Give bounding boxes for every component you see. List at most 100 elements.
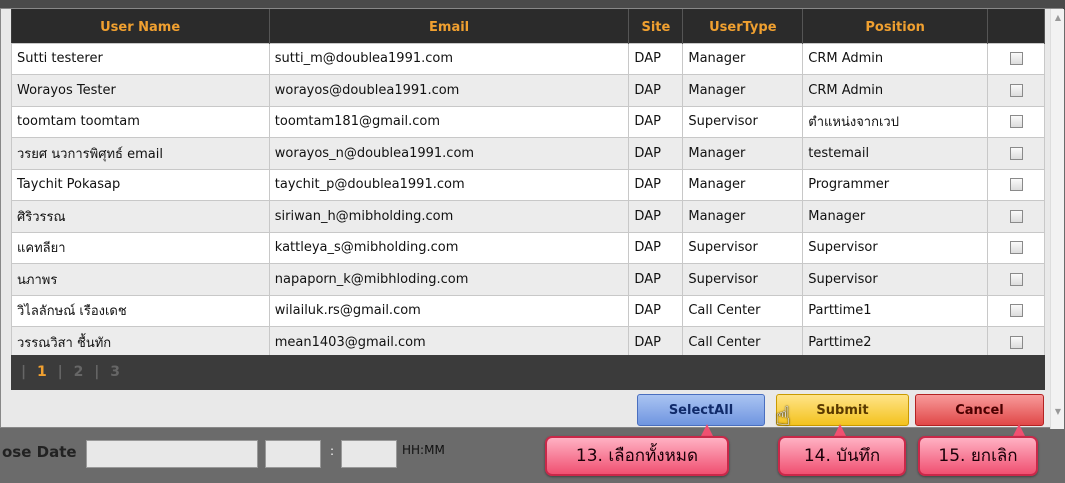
select-all-button[interactable]: SelectAll	[637, 394, 765, 426]
header-user-name[interactable]: User Name	[11, 9, 270, 43]
cell-select	[987, 74, 1045, 107]
table-row[interactable]: toomtam toomtam toomtam181@gmail.com DAP Su…	[11, 105, 1045, 138]
cell-email: wilailuk.rs@gmail.com	[268, 294, 630, 327]
cell-user-name: ศิริวรรณ	[11, 200, 270, 233]
cell-site: DAP	[628, 42, 684, 75]
scroll-down-icon[interactable]: ▼	[1053, 407, 1063, 416]
cell-user-type: Manager	[682, 137, 804, 170]
cancel-button[interactable]: Cancel	[915, 394, 1044, 426]
table-row[interactable]: Worayos Tester worayos@doublea1991.com DAP…	[11, 74, 1045, 107]
cell-user-type: Call Center	[682, 326, 804, 359]
row-select-checkbox[interactable]	[1009, 146, 1023, 160]
cell-select	[987, 326, 1045, 359]
close-date-input[interactable]	[86, 440, 258, 468]
page-link-3[interactable]: 3	[110, 364, 120, 380]
cell-email: worayos_n@doublea1991.com	[268, 137, 630, 170]
table-row[interactable]: นภาพร napaporn_k@mibhloding.com DAP Supervi…	[11, 263, 1045, 296]
cell-site: DAP	[628, 326, 684, 359]
table-row[interactable]: Taychit Pokasap taychit_p@doublea1991.com…	[11, 168, 1045, 201]
table-row[interactable]: วรยศ นวการพิศุทธ์ email worayos_n@doublea…	[11, 137, 1045, 170]
page-link-1[interactable]: 1	[37, 364, 47, 380]
header-select	[987, 9, 1045, 43]
cell-user-name: Sutti testerer	[11, 42, 270, 75]
user-table: User Name Email Site UserType Position S…	[11, 9, 1045, 359]
header-site[interactable]: Site	[628, 9, 684, 43]
cell-email: sutti_m@doublea1991.com	[268, 42, 630, 75]
cell-position: testemail	[802, 137, 989, 170]
time-colon: :	[330, 444, 335, 458]
user-table-container: User Name Email Site UserType Position S…	[11, 9, 1045, 390]
cell-site: DAP	[628, 294, 684, 327]
row-select-checkbox[interactable]	[1009, 178, 1023, 192]
cell-user-name: วรยศ นวการพิศุทธ์ email	[11, 137, 270, 170]
cell-user-name: Worayos Tester	[11, 74, 270, 107]
cell-position: Supervisor	[802, 231, 989, 264]
row-select-checkbox[interactable]	[1009, 272, 1023, 286]
dialog-scrollbar[interactable]: ▲ ▼	[1050, 9, 1064, 429]
cell-user-name: วิไลลักษณ์ เรืองเดช	[11, 294, 270, 327]
row-select-checkbox[interactable]	[1009, 304, 1023, 318]
cell-site: DAP	[628, 74, 684, 107]
row-select-checkbox[interactable]	[1009, 335, 1023, 349]
cell-select	[987, 105, 1045, 138]
cell-site: DAP	[628, 105, 684, 138]
cell-position: Supervisor	[802, 263, 989, 296]
cell-user-name: toomtam toomtam	[11, 105, 270, 138]
cell-select	[987, 200, 1045, 233]
table-row[interactable]: วรรณวิสา ชื้นทัก mean1403@gmail.com DAP Cal…	[11, 326, 1045, 359]
cell-user-type: Supervisor	[682, 263, 804, 296]
row-select-checkbox[interactable]	[1009, 115, 1023, 129]
table-row[interactable]: ศิริวรรณ siriwan_h@mibholding.com DAP Manag…	[11, 200, 1045, 233]
header-position[interactable]: Position	[802, 9, 989, 43]
cell-email: siriwan_h@mibholding.com	[268, 200, 630, 233]
row-select-checkbox[interactable]	[1009, 52, 1023, 66]
time-format-hint: HH:MM	[402, 443, 445, 457]
row-select-checkbox[interactable]	[1009, 209, 1023, 223]
cell-user-name: Taychit Pokasap	[11, 168, 270, 201]
scroll-up-icon[interactable]: ▲	[1053, 13, 1063, 22]
cell-site: DAP	[628, 137, 684, 170]
cell-email: worayos@doublea1991.com	[268, 74, 630, 107]
cell-email: kattleya_s@mibholding.com	[268, 231, 630, 264]
cell-user-type: Call Center	[682, 294, 804, 327]
page-separator: |	[94, 364, 100, 380]
pagination: | 1 | 2 | 3	[11, 355, 1045, 389]
page-separator: |	[21, 364, 27, 380]
page-link-2[interactable]: 2	[74, 364, 84, 380]
cell-select	[987, 168, 1045, 201]
cell-position: ตำแหน่งจากเวป	[802, 105, 989, 138]
table-row[interactable]: วิไลลักษณ์ เรืองเดช wilailuk.rs@gmail.com…	[11, 294, 1045, 327]
cell-position: Parttime1	[802, 294, 989, 327]
callout-select-all: 13. เลือกทั้งหมด	[545, 436, 729, 476]
cell-user-type: Manager	[682, 42, 804, 75]
hour-input[interactable]	[265, 440, 321, 468]
cell-select	[987, 137, 1045, 170]
cell-site: DAP	[628, 200, 684, 233]
callout-submit: 14. บันทึก	[778, 436, 906, 476]
cell-email: taychit_p@doublea1991.com	[268, 168, 630, 201]
cell-email: toomtam181@gmail.com	[268, 105, 630, 138]
cell-user-type: Manager	[682, 200, 804, 233]
cell-position: Programmer	[802, 168, 989, 201]
cell-user-type: Manager	[682, 168, 804, 201]
table-header-row: User Name Email Site UserType Position	[11, 9, 1045, 43]
cell-user-name: วรรณวิสา ชื้นทัก	[11, 326, 270, 359]
table-row[interactable]: Sutti testerer sutti_m@doublea1991.com DAP…	[11, 42, 1045, 75]
hand-cursor-icon: ☝	[775, 402, 791, 432]
header-email[interactable]: Email	[269, 9, 630, 43]
cell-site: DAP	[628, 168, 684, 201]
cell-position: CRM Admin	[802, 42, 989, 75]
cell-site: DAP	[628, 231, 684, 264]
cell-email: mean1403@gmail.com	[268, 326, 630, 359]
callout-cancel: 15. ยกเลิก	[918, 436, 1038, 476]
cell-select	[987, 263, 1045, 296]
row-select-checkbox[interactable]	[1009, 241, 1023, 255]
row-select-checkbox[interactable]	[1009, 83, 1023, 97]
user-select-dialog: User Name Email Site UserType Position S…	[0, 8, 1064, 429]
table-row[interactable]: แคทลียา kattleya_s@mibholding.com DAP Super…	[11, 231, 1045, 264]
header-user-type[interactable]: UserType	[682, 9, 804, 43]
submit-button[interactable]: Submit	[776, 394, 909, 426]
minute-input[interactable]	[341, 440, 397, 468]
cell-user-type: Manager	[682, 74, 804, 107]
cell-user-type: Supervisor	[682, 231, 804, 264]
